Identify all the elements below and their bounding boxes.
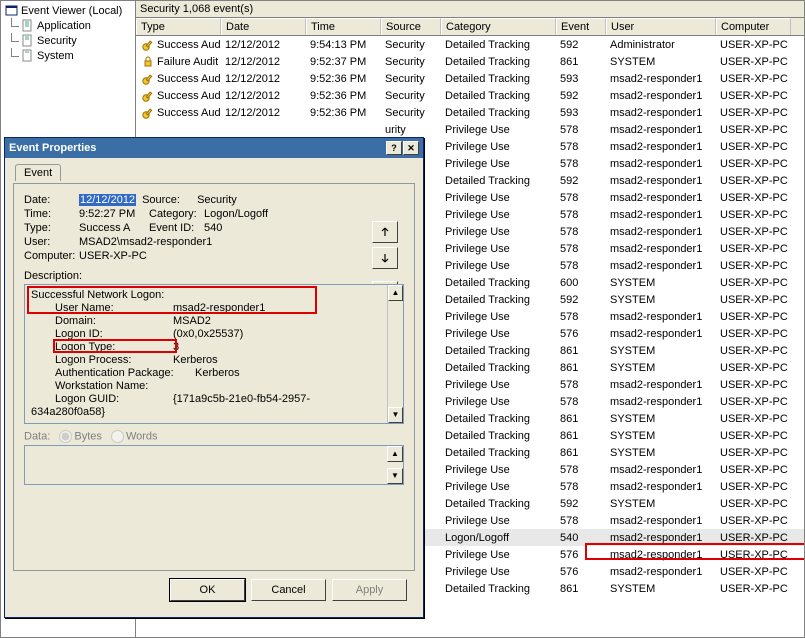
user-value: MSAD2\msad2-responder1	[79, 236, 212, 248]
desc-authpkg-label: Authentication Package:	[55, 367, 195, 380]
apply-button[interactable]: Apply	[332, 579, 407, 601]
log-icon	[21, 19, 34, 32]
bytes-label: Bytes	[74, 430, 102, 442]
tree-root-label: Event Viewer (Local)	[21, 5, 122, 17]
desc-domain-label: Domain:	[55, 315, 173, 328]
desc-username-value: msad2-responder1	[173, 302, 265, 314]
category-value: Logon/Logoff	[204, 208, 268, 220]
desc-username-label: User Name:	[55, 302, 173, 315]
date-label: Date:	[24, 194, 79, 206]
tree-child-application[interactable]: Application	[3, 18, 135, 33]
table-row[interactable]: Failure Audit12/12/20129:52:37 PMSecurit…	[136, 53, 804, 70]
table-row[interactable]: Success Audit12/12/20129:54:13 PMSecurit…	[136, 36, 804, 53]
desc-logonguid-label: Logon GUID:	[55, 393, 173, 406]
type-value: Success A	[79, 222, 143, 234]
words-label: Words	[126, 430, 158, 442]
time-value: 9:52:27 PM	[79, 208, 143, 220]
col-source[interactable]: Source	[381, 18, 441, 35]
table-row[interactable]: Success Audit12/12/20129:52:36 PMSecurit…	[136, 87, 804, 104]
computer-value: USER-XP-PC	[79, 250, 147, 262]
desc-workstation-label: Workstation Name:	[55, 380, 148, 392]
dialog-title-text: Event Properties	[9, 142, 96, 154]
col-type[interactable]: Type	[136, 18, 221, 35]
time-label: Time:	[24, 208, 79, 220]
tab-event[interactable]: Event	[15, 164, 61, 181]
data-label: Data:	[24, 430, 50, 442]
log-icon	[21, 34, 34, 47]
user-label: User:	[24, 236, 79, 248]
desc-logonid-value: (0x0,0x25537)	[173, 328, 243, 340]
col-computer[interactable]: Computer	[716, 18, 791, 35]
table-row[interactable]: Success Audit12/12/20129:52:36 PMSecurit…	[136, 70, 804, 87]
type-label: Type:	[24, 222, 79, 234]
tree-child-security[interactable]: Security	[3, 33, 135, 48]
event-properties-dialog: Event Properties ? ✕ Event Date:12/12/20…	[4, 137, 424, 618]
computer-label: Computer:	[24, 250, 79, 262]
tree-child-label: Security	[37, 35, 77, 47]
eventid-value: 540	[204, 222, 222, 234]
col-event[interactable]: Event	[556, 18, 606, 35]
source-value: Security	[197, 194, 237, 206]
list-header: Security 1,068 event(s)	[136, 1, 804, 18]
scroll-up-icon[interactable]: ▲	[387, 446, 403, 462]
prev-event-button[interactable]	[372, 221, 398, 243]
next-event-button[interactable]	[372, 247, 398, 269]
scroll-down-icon[interactable]: ▼	[387, 468, 403, 484]
tree-child-label: System	[37, 50, 74, 62]
tree-child-label: Application	[37, 20, 91, 32]
radio-bytes	[59, 430, 72, 443]
col-category[interactable]: Category	[441, 18, 556, 35]
desc-logonprocess-label: Logon Process:	[55, 354, 173, 367]
scroll-down-icon[interactable]: ▼	[388, 407, 403, 423]
key-icon	[141, 106, 155, 120]
col-user[interactable]: User	[606, 18, 716, 35]
desc-logontype-value: 3	[173, 341, 179, 353]
table-row[interactable]: Success Audit12/12/20129:52:36 PMSecurit…	[136, 104, 804, 121]
data-box: ▲▼	[24, 445, 404, 485]
key-icon	[141, 72, 155, 86]
desc-logonguid-value2: 634a280f0a58}	[31, 406, 105, 418]
eventviewer-icon	[5, 4, 18, 17]
close-button[interactable]: ✕	[403, 141, 419, 155]
desc-logonid-label: Logon ID:	[55, 328, 173, 341]
desc-logontype-label: Logon Type:	[55, 341, 173, 354]
scroll-up-icon[interactable]: ▲	[388, 285, 403, 301]
eventid-label: Event ID:	[149, 222, 204, 234]
date-value: 12/12/2012	[79, 194, 136, 206]
help-button[interactable]: ?	[386, 141, 402, 155]
desc-logonprocess-value: Kerberos	[173, 354, 218, 366]
col-date[interactable]: Date	[221, 18, 306, 35]
key-icon	[141, 38, 155, 52]
dialog-titlebar[interactable]: Event Properties ? ✕	[5, 138, 423, 158]
desc-authpkg-value: Kerberos	[195, 367, 240, 379]
desc-scrollbar[interactable]: ▲▼	[387, 285, 403, 423]
cancel-button[interactable]: Cancel	[251, 579, 326, 601]
description-box[interactable]: Successful Network Logon: User Name:msad…	[24, 284, 404, 424]
col-time[interactable]: Time	[306, 18, 381, 35]
column-headers: Type Date Time Source Category Event Use…	[136, 18, 804, 36]
data-format-row: Data: Bytes Words	[24, 430, 404, 443]
desc-line0: Successful Network Logon:	[31, 289, 164, 301]
tab-panel: Date:12/12/2012 Source:Security Time:9:52…	[13, 183, 415, 571]
log-icon	[21, 49, 34, 62]
data-scrollbar[interactable]: ▲▼	[387, 446, 403, 484]
source-label: Source:	[142, 194, 197, 206]
category-label: Category:	[149, 208, 204, 220]
key-icon	[141, 89, 155, 103]
table-row[interactable]: urityPrivilege Use578msad2-responder1USE…	[136, 121, 804, 138]
tree-child-system[interactable]: System	[3, 48, 135, 63]
radio-words	[111, 430, 124, 443]
desc-logonguid-value: {171a9c5b-21e0-fb54-2957-	[173, 393, 310, 405]
desc-domain-value: MSAD2	[173, 315, 211, 327]
description-label: Description:	[24, 270, 404, 282]
tree-root[interactable]: Event Viewer (Local)	[3, 3, 135, 18]
lock-icon	[141, 55, 155, 69]
ok-button[interactable]: OK	[170, 579, 245, 601]
